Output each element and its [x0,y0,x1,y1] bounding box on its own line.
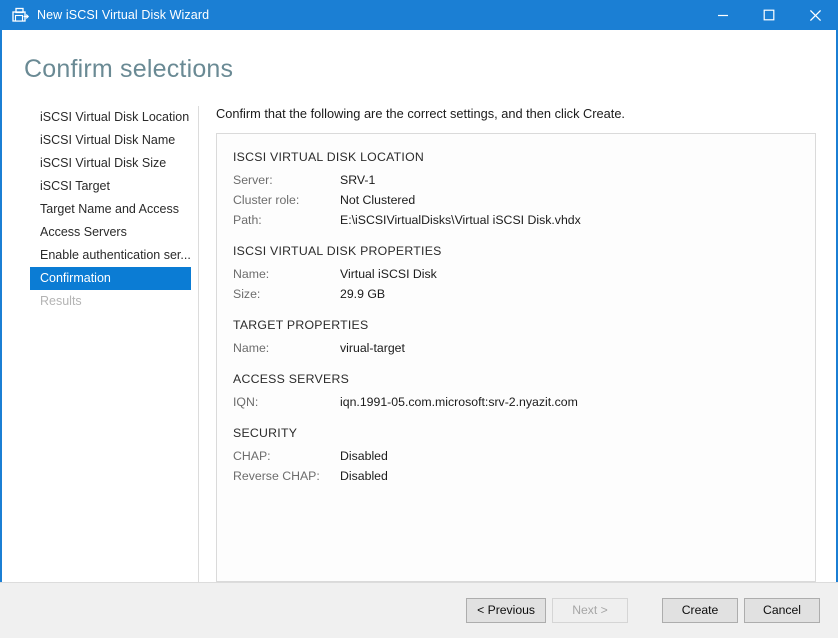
summary-group-security: SECURITY CHAP: Disabled Reverse CHAP: Di… [233,426,801,486]
sidebar-item-enable-authentication-service[interactable]: Enable authentication ser... [30,244,191,267]
sidebar-item-iscsi-target[interactable]: iSCSI Target [30,175,191,198]
sidebar-item-target-name-and-access[interactable]: Target Name and Access [30,198,191,221]
summary-group-target-properties: TARGET PROPERTIES Name: virual-target [233,318,801,358]
disk-wizard-icon [10,5,30,25]
sidebar-item-results: Results [40,293,82,308]
group-title: ISCSI VIRTUAL DISK LOCATION [233,149,425,164]
close-button[interactable] [792,0,838,30]
summary-group-disk-properties: ISCSI VIRTUAL DISK PROPERTIES Name: Virt… [233,244,801,304]
summary-row: CHAP: Disabled [233,446,801,466]
create-button[interactable]: Create [662,598,738,623]
row-value: SRV-1 [340,172,376,187]
row-value: Not Clustered [340,192,416,207]
row-value: iqn.1991-05.com.microsoft:srv-2.nyazit.c… [340,394,578,409]
wizard-content: Confirm that the following are the corre… [199,105,836,582]
group-title: ISCSI VIRTUAL DISK PROPERTIES [233,243,442,258]
row-value: Virtual iSCSI Disk [340,266,437,281]
summary-row: Reverse CHAP: Disabled [233,466,801,486]
row-label: Name: [233,340,270,355]
previous-button[interactable]: < Previous [466,598,546,623]
row-value: E:\iSCSIVirtualDisks\Virtual iSCSI Disk.… [340,212,581,227]
window-controls [700,0,838,30]
row-label: Cluster role: [233,192,300,207]
window-title: New iSCSI Virtual Disk Wizard [37,8,210,22]
wizard-body: iSCSI Virtual Disk Location iSCSI Virtua… [2,84,836,582]
sidebar-item-access-servers[interactable]: Access Servers [30,221,191,244]
row-value: Disabled [340,448,388,463]
summary-row: IQN: iqn.1991-05.com.microsoft:srv-2.nya… [233,392,801,412]
row-label: Server: [233,172,273,187]
row-label: CHAP: [233,448,271,463]
summary-row: Server: SRV-1 [233,170,801,190]
row-value: Disabled [340,468,388,483]
group-title: TARGET PROPERTIES [233,317,369,332]
wizard-footer: < Previous Next > Create Cancel [0,582,838,638]
row-label: Path: [233,212,262,227]
group-title: ACCESS SERVERS [233,371,350,386]
page-title: Confirm selections [24,55,234,83]
row-label: Reverse CHAP: [233,468,320,483]
button-spacer [634,610,656,611]
confirm-instruction: Confirm that the following are the corre… [216,105,625,121]
row-label: IQN: [233,394,259,409]
sidebar-item-iscsi-virtual-disk-name[interactable]: iSCSI Virtual Disk Name [30,129,191,152]
summary-row: Size: 29.9 GB [233,284,801,304]
summary-row: Name: Virtual iSCSI Disk [233,264,801,284]
summary-group-access-servers: ACCESS SERVERS IQN: iqn.1991-05.com.micr… [233,372,801,412]
summary-row: Name: virual-target [233,338,801,358]
wizard-window: New iSCSI Virtual Disk Wizard Confirm se… [0,0,838,638]
cancel-button[interactable]: Cancel [744,598,820,623]
row-label: Size: [233,286,261,301]
sidebar-item-iscsi-virtual-disk-size[interactable]: iSCSI Virtual Disk Size [30,152,191,175]
next-button: Next > [552,598,628,623]
group-title: SECURITY [233,425,298,440]
summary-row: Cluster role: Not Clustered [233,190,801,210]
minimize-button[interactable] [700,0,746,30]
wizard-steps-sidebar: iSCSI Virtual Disk Location iSCSI Virtua… [2,105,199,582]
sidebar-item-iscsi-virtual-disk-location[interactable]: iSCSI Virtual Disk Location [30,106,191,129]
maximize-button[interactable] [746,0,792,30]
row-label: Name: [233,266,270,281]
summary-group-disk-location: ISCSI VIRTUAL DISK LOCATION Server: SRV-… [233,150,801,230]
sidebar-item-confirmation[interactable]: Confirmation [30,266,191,290]
row-value: 29.9 GB [340,286,386,301]
title-bar[interactable]: New iSCSI Virtual Disk Wizard [0,0,838,30]
summary-row: Path: E:\iSCSIVirtualDisks\Virtual iSCSI… [233,210,801,230]
row-value: virual-target [340,340,405,355]
summary-panel: ISCSI VIRTUAL DISK LOCATION Server: SRV-… [216,132,816,582]
